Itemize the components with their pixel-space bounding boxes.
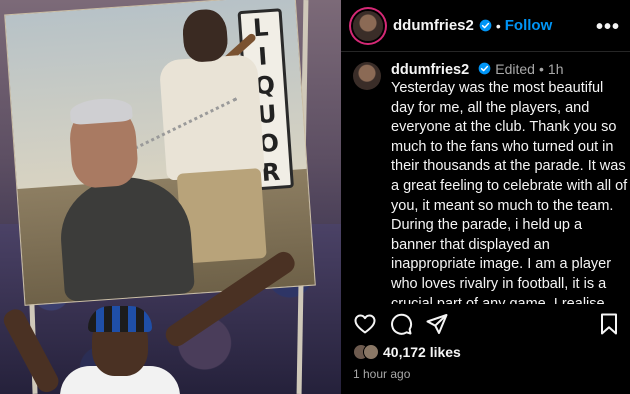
action-bar [353, 312, 623, 340]
likes-count[interactable]: 40,172 likes [383, 344, 461, 360]
person-cap [88, 306, 152, 332]
caption-text: Yesterday was the most beautiful day for… [391, 80, 628, 304]
sign-letter: I [257, 41, 269, 71]
likes-row[interactable]: 40,172 likes [353, 344, 461, 360]
comment-icon[interactable] [389, 312, 413, 336]
edited-label: Edited [495, 61, 535, 77]
verified-icon [478, 62, 491, 75]
caption-time[interactable]: 1h [548, 61, 564, 77]
caption-body: ddumfries2 Edited • 1h Yesterday was the… [391, 60, 628, 304]
post-photo[interactable]: L I Q U O R [0, 0, 341, 394]
caption-separator: • [538, 61, 544, 77]
post-panel: ddumfries2 • Follow ••• ddumfries2 Edite… [341, 0, 630, 394]
follow-button[interactable]: Follow [505, 17, 553, 34]
header-separator: • [495, 17, 501, 34]
caption-meta: ddumfries2 Edited • 1h [391, 60, 628, 79]
share-icon[interactable] [425, 312, 449, 336]
liker-avatar [363, 344, 379, 360]
figure-standing-body [158, 54, 265, 181]
verified-icon [479, 19, 492, 32]
caption: ddumfries2 Edited • 1h Yesterday was the… [353, 60, 628, 304]
heart-icon[interactable] [353, 312, 377, 336]
more-icon[interactable]: ••• [596, 16, 620, 39]
header-username[interactable]: ddumfries2 [393, 17, 474, 34]
bookmark-icon[interactable] [597, 312, 621, 336]
caption-avatar[interactable] [353, 62, 381, 90]
posted-time[interactable]: 1 hour ago [353, 367, 410, 381]
avatar[interactable] [353, 10, 383, 41]
post-header: ddumfries2 • Follow ••• [341, 0, 630, 52]
caption-username[interactable]: ddumfries2 [391, 62, 469, 78]
